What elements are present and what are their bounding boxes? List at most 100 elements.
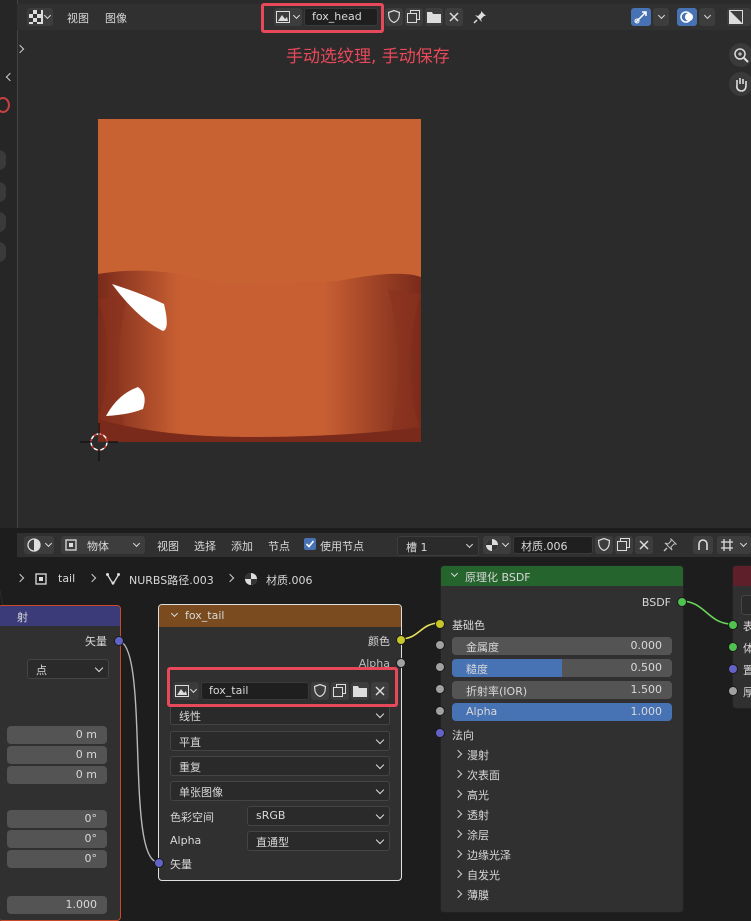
ior-socket[interactable]: [435, 684, 445, 694]
mapping-vector-socket[interactable]: [114, 636, 124, 646]
close-icon: [639, 540, 649, 550]
rot-z-field[interactable]: 0°: [7, 850, 107, 868]
thickness-socket[interactable]: [728, 686, 738, 696]
ior-field[interactable]: 折射率(IOR) 1.500: [452, 681, 672, 699]
folder-icon: [427, 12, 441, 23]
menu-view[interactable]: 视图: [67, 10, 89, 26]
panel-subsurface[interactable]: 次表面: [453, 766, 653, 784]
image-texture-node[interactable]: fox_tail 颜色 Alpha fox_tail 线性 平直 重复 单张图像…: [158, 604, 402, 881]
colorspace-dropdown[interactable]: sRGB: [247, 806, 390, 826]
node-editor-type-button[interactable]: [24, 536, 54, 554]
alpha-field[interactable]: Alpha 1.000: [452, 703, 672, 721]
display-channels-button[interactable]: [727, 8, 751, 26]
base-color-socket[interactable]: [435, 619, 445, 629]
node-pin-button[interactable]: [661, 536, 679, 554]
extension-dropdown[interactable]: 重复: [170, 756, 390, 776]
material-duplicate-button[interactable]: [615, 536, 633, 554]
material-browse-button[interactable]: [483, 536, 511, 554]
duplicate-image-button[interactable]: [405, 8, 423, 26]
gizmo-dropdown[interactable]: [653, 8, 669, 26]
use-nodes-checkbox[interactable]: [304, 538, 316, 550]
mapping-type-dropdown[interactable]: 点: [27, 659, 109, 679]
checker-icon: [29, 10, 43, 24]
panel-sheen[interactable]: 边缘光泽: [453, 846, 653, 864]
breadcrumb-sep-icon: [225, 573, 235, 583]
mapping-node[interactable]: 射 矢量 点 0 m 0 m 0 m 0° 0° 0° 1.000: [0, 605, 121, 921]
panel-diffuse[interactable]: 漫射: [453, 746, 653, 764]
object-icon: [35, 573, 47, 585]
menu-select[interactable]: 选择: [194, 538, 216, 554]
tool-dot-1[interactable]: [0, 150, 6, 170]
shader-editor-icon: [27, 538, 41, 552]
panel-transmission[interactable]: 透射: [453, 806, 653, 824]
tool-dot-4[interactable]: [0, 242, 6, 262]
alpha-socket[interactable]: [435, 706, 445, 716]
image-editor-header: 视图 图像 fox_head: [17, 4, 751, 30]
menu-add[interactable]: 添加: [231, 538, 253, 554]
loc-y-field[interactable]: 0 m: [7, 746, 107, 764]
zoom-view-button[interactable]: [729, 43, 751, 67]
object-icon: [65, 539, 77, 551]
menu-image[interactable]: 图像: [105, 10, 127, 26]
tool-dot-3[interactable]: [0, 212, 6, 232]
tool-dot-2[interactable]: [0, 182, 6, 202]
breadcrumb-material: 材质.006: [266, 574, 313, 587]
source-dropdown[interactable]: 单张图像: [170, 781, 390, 801]
principled-bsdf-node[interactable]: 原理化 BSDF BSDF 基础色 金属度 0.000 糙度 0.500 折射率(I…: [440, 565, 684, 913]
pin-button[interactable]: [471, 8, 489, 26]
surface-socket[interactable]: [728, 620, 738, 630]
rot-y-field[interactable]: 0°: [7, 830, 107, 848]
panel-thin-film[interactable]: 薄膜: [453, 886, 653, 904]
overlay-dropdown[interactable]: [699, 8, 715, 26]
snap-target-dropdown[interactable]: [717, 536, 751, 554]
close-icon: [449, 12, 459, 22]
alpha-output-socket[interactable]: [396, 658, 406, 668]
panel-coat[interactable]: 涂层: [453, 826, 653, 844]
rot-x-field[interactable]: 0°: [7, 810, 107, 828]
material-unlink-button[interactable]: [635, 536, 653, 554]
node-snapping-button[interactable]: [693, 536, 713, 554]
roughness-socket[interactable]: [435, 662, 445, 672]
displacement-socket[interactable]: [728, 664, 738, 674]
loc-z-field[interactable]: 0 m: [7, 766, 107, 784]
vector-input-socket[interactable]: [154, 858, 164, 868]
target-dropdown[interactable]: [741, 595, 751, 615]
roughness-field[interactable]: 糙度 0.500: [452, 659, 672, 677]
normal-label: 法向: [452, 729, 474, 742]
side-arrow-icon[interactable]: [5, 72, 15, 82]
normal-socket[interactable]: [435, 728, 445, 738]
metallic-field[interactable]: 金属度 0.000: [452, 637, 672, 655]
overlay-toggle-button[interactable]: [677, 8, 697, 26]
pin-icon: [473, 11, 486, 24]
slot-dropdown[interactable]: 槽 1: [397, 536, 479, 556]
open-image-button[interactable]: [425, 8, 443, 26]
scale-x-field[interactable]: 1.000: [7, 896, 107, 914]
material-fake-user-button[interactable]: [595, 536, 613, 554]
color-output-label: 颜色: [368, 635, 390, 648]
menu-view[interactable]: 视图: [157, 538, 179, 554]
panel-emission[interactable]: 自发光: [453, 866, 653, 884]
editor-type-button[interactable]: [27, 8, 53, 26]
alpha-mode-label: Alpha: [170, 834, 202, 847]
gizmo-toggle-button[interactable]: [631, 8, 651, 26]
bsdf-node-header: 原理化 BSDF: [441, 566, 683, 586]
menu-node[interactable]: 节点: [268, 538, 290, 554]
fake-user-button[interactable]: [385, 8, 403, 26]
surface-label: 表: [743, 618, 751, 634]
loc-x-field[interactable]: 0 m: [7, 726, 107, 744]
alpha-mode-dropdown[interactable]: 直通型: [247, 831, 390, 851]
bsdf-output-socket[interactable]: [677, 597, 687, 607]
projection-dropdown[interactable]: 平直: [170, 731, 390, 751]
interpolation-dropdown[interactable]: 线性: [170, 705, 390, 725]
shader-type-dropdown[interactable]: 物体: [61, 536, 145, 554]
record-icon[interactable]: [0, 97, 10, 113]
metallic-socket[interactable]: [435, 640, 445, 650]
2d-cursor-icon[interactable]: [80, 423, 118, 461]
unlink-image-button[interactable]: [445, 8, 463, 26]
material-name-field[interactable]: 材质.006: [513, 536, 593, 554]
panel-specular[interactable]: 高光: [453, 786, 653, 804]
pan-view-button[interactable]: [729, 72, 751, 96]
breadcrumb: tail NURBS路径.003 材质.006: [15, 570, 347, 588]
volume-socket[interactable]: [728, 642, 738, 652]
color-output-socket[interactable]: [396, 635, 406, 645]
